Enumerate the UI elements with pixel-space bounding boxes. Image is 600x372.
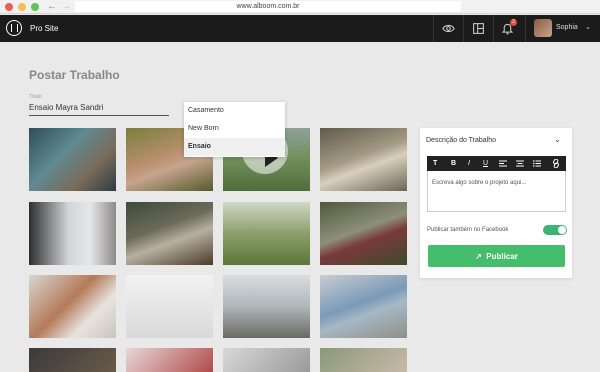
photo-thumbnail[interactable] xyxy=(223,202,310,265)
layout-icon[interactable] xyxy=(472,22,485,35)
address-bar[interactable]: www.alboom.com.br xyxy=(75,1,461,12)
chevron-down-icon[interactable]: ⌄ xyxy=(585,23,591,31)
photo-thumbnail[interactable] xyxy=(126,348,213,372)
editor-toolbar: T B I U xyxy=(427,156,566,171)
bold-button[interactable]: B xyxy=(451,159,456,168)
photo-thumbnail[interactable] xyxy=(126,202,213,265)
header-divider xyxy=(433,15,434,42)
photo-thumbnail[interactable] xyxy=(320,128,407,191)
eye-icon[interactable] xyxy=(442,22,455,35)
notification-badge: 2 xyxy=(510,19,517,26)
category-dropdown-menu: Casamento New Born Ensaio xyxy=(184,102,285,157)
underline-button[interactable]: U xyxy=(483,159,488,168)
site-name[interactable]: Pro Site xyxy=(30,24,58,33)
header-divider xyxy=(493,15,494,42)
photo-thumbnail[interactable] xyxy=(223,275,310,338)
user-name[interactable]: Sophia xyxy=(556,24,578,31)
back-arrow-icon[interactable]: ← xyxy=(47,0,57,14)
link-icon[interactable] xyxy=(552,159,560,168)
italic-button[interactable]: I xyxy=(468,159,470,168)
toggle-knob xyxy=(558,226,566,234)
alboom-logo-icon[interactable] xyxy=(6,20,22,36)
photo-thumbnail[interactable] xyxy=(29,202,116,265)
forward-arrow-icon[interactable]: → xyxy=(61,0,71,14)
facebook-share-toggle[interactable] xyxy=(543,225,567,235)
panel-heading[interactable]: Descrição do Trabalho xyxy=(426,137,496,144)
avatar[interactable] xyxy=(534,19,552,37)
title-input[interactable] xyxy=(29,100,169,116)
photo-thumbnail[interactable] xyxy=(126,275,213,338)
close-window-dot[interactable] xyxy=(5,3,13,11)
header-divider xyxy=(525,15,526,42)
minimize-window-dot[interactable] xyxy=(18,3,26,11)
description-panel: Descrição do Trabalho ⌄ T B I U Escreva … xyxy=(420,128,572,278)
dropdown-option-ensaio[interactable]: Ensaio xyxy=(184,138,285,156)
photo-thumbnail[interactable] xyxy=(320,202,407,265)
browser-chrome: ← → www.alboom.com.br xyxy=(0,0,600,14)
publish-button[interactable]: ↗ Publicar xyxy=(428,245,565,267)
photo-thumbnail[interactable] xyxy=(223,348,310,372)
facebook-share-label: Publicar também no Facebook xyxy=(427,227,509,233)
dropdown-option-new-born[interactable]: New Born xyxy=(184,120,285,138)
align-center-icon[interactable] xyxy=(516,160,524,167)
page-title: Postar Trabalho xyxy=(29,68,120,82)
text-style-button[interactable]: T xyxy=(433,159,437,168)
photo-thumbnail[interactable] xyxy=(29,275,116,338)
photo-thumbnail[interactable] xyxy=(320,275,407,338)
photo-thumbnail[interactable] xyxy=(29,348,116,372)
description-editor[interactable]: Escreva algo sobre o projeto aqui... xyxy=(427,171,566,212)
header-divider xyxy=(463,15,464,42)
app-header: Pro Site 2 Sophia ⌄ xyxy=(0,15,600,42)
list-icon[interactable] xyxy=(533,160,541,167)
arrow-up-right-icon: ↗ xyxy=(475,251,482,261)
photo-thumbnail[interactable] xyxy=(320,348,407,372)
chevron-down-icon[interactable]: ⌄ xyxy=(554,135,561,144)
photo-thumbnail[interactable] xyxy=(29,128,116,191)
dropdown-option-casamento[interactable]: Casamento xyxy=(184,102,285,120)
maximize-window-dot[interactable] xyxy=(31,3,39,11)
align-left-icon[interactable] xyxy=(499,160,507,167)
publish-label: Publicar xyxy=(486,251,518,261)
